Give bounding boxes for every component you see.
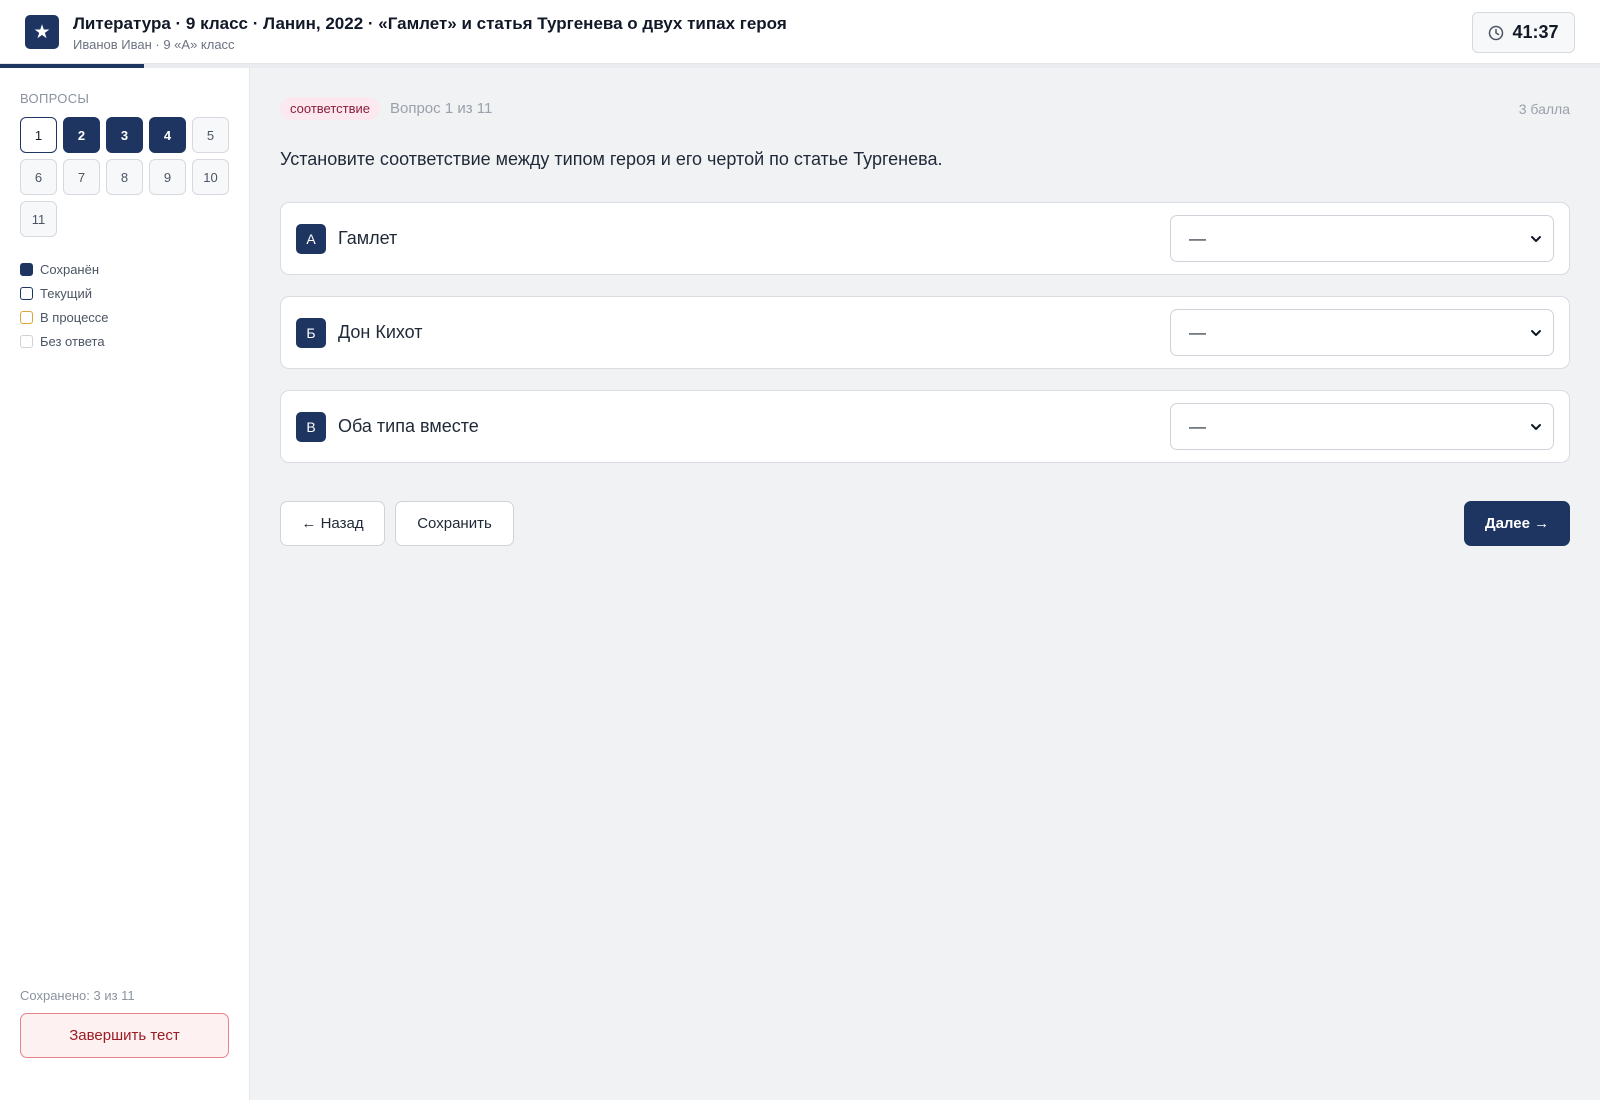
row-label: Гамлет: [338, 228, 398, 248]
question-counter: Вопрос 1 из 11: [390, 100, 493, 117]
legend-label: Без ответа: [40, 333, 105, 349]
chevron-down-icon: [1529, 420, 1543, 434]
legend-swatch: [20, 262, 33, 276]
match-row: А Гамлет —: [280, 202, 1570, 275]
row-letter-badge: Б: [296, 318, 326, 348]
question-nav-button[interactable]: 8: [106, 159, 143, 195]
question-text: Установите соответствие между типом геро…: [280, 149, 943, 169]
match-row: В Оба типа вместе —: [280, 390, 1570, 463]
legend-swatch: [20, 286, 33, 300]
answer-select[interactable]: —: [1170, 309, 1554, 356]
status-legend: Сохранён Текущий В процессе Без ответа: [20, 257, 109, 353]
matching-list: А Гамлет — Б Дон Кихот — В Оба типа вместе —: [280, 202, 1570, 484]
legend-swatch: [20, 334, 33, 348]
question-points: 3 балла: [1518, 101, 1570, 117]
question-nav-button[interactable]: 4: [149, 117, 186, 153]
match-row: Б Дон Кихот —: [280, 296, 1570, 369]
back-button[interactable]: ← Назад: [280, 501, 385, 546]
chevron-down-icon: [1529, 232, 1543, 246]
question-nav-button[interactable]: 11: [20, 201, 57, 237]
page-title: Литература · 9 класс · Ланин, 2022 · «Га…: [73, 14, 787, 33]
finish-test-button[interactable]: Завершить тест: [20, 1013, 229, 1058]
answer-select[interactable]: —: [1170, 215, 1554, 262]
row-label: Дон Кихот: [338, 322, 423, 342]
legend-item: В процессе: [20, 305, 109, 329]
answer-select[interactable]: —: [1170, 403, 1554, 450]
question-navigator: 1 2 3 4 5 6 7 8 9 10 11: [20, 117, 235, 237]
legend-item: Сохранён: [20, 257, 109, 281]
question-nav-button[interactable]: 2: [63, 117, 100, 153]
questions-heading: ВОПРОСЫ: [20, 91, 90, 106]
legend-label: В процессе: [40, 309, 109, 325]
answer-select-value: —: [1189, 416, 1206, 436]
clock-icon: [1488, 25, 1504, 41]
question-panel: соответствие Вопрос 1 из 11 3 балла Уста…: [250, 68, 1600, 1100]
star-logo-icon: ★: [25, 15, 59, 49]
student-info: Иванов Иван · 9 «А» класс: [73, 37, 235, 52]
row-letter-badge: А: [296, 224, 326, 254]
question-meta: соответствие Вопрос 1 из 11: [280, 97, 492, 120]
question-nav-button[interactable]: 7: [63, 159, 100, 195]
question-nav-button[interactable]: 3: [106, 117, 143, 153]
legend-label: Текущий: [40, 285, 92, 301]
navigation-actions: ← Назад Сохранить Далее →: [280, 501, 1570, 546]
save-button[interactable]: Сохранить: [395, 501, 514, 546]
answer-select-value: —: [1189, 228, 1206, 248]
question-nav-button[interactable]: 6: [20, 159, 57, 195]
row-label: Оба типа вместе: [338, 416, 479, 436]
sidebar: ВОПРОСЫ 1 2 3 4 5 6 7 8 9 10 11 Сохранён Текущий В п…: [0, 68, 250, 1100]
legend-item: Текущий: [20, 281, 109, 305]
legend-swatch: [20, 310, 33, 324]
timer: 41:37: [1472, 12, 1575, 53]
chevron-down-icon: [1529, 326, 1543, 340]
top-bar: ★ Литература · 9 класс · Ланин, 2022 · «…: [0, 0, 1600, 64]
question-nav-button[interactable]: 5: [192, 117, 229, 153]
answer-select-value: —: [1189, 322, 1206, 342]
question-type-badge: соответствие: [280, 97, 380, 120]
saved-count: Сохранено: 3 из 11: [20, 988, 135, 1003]
timer-value: 41:37: [1512, 22, 1559, 42]
row-letter-badge: В: [296, 412, 326, 442]
next-button[interactable]: Далее →: [1464, 501, 1570, 546]
legend-item: Без ответа: [20, 329, 109, 353]
question-nav-button[interactable]: 9: [149, 159, 186, 195]
question-nav-button[interactable]: 10: [192, 159, 229, 195]
question-nav-button[interactable]: 1: [20, 117, 57, 153]
legend-label: Сохранён: [40, 261, 100, 277]
